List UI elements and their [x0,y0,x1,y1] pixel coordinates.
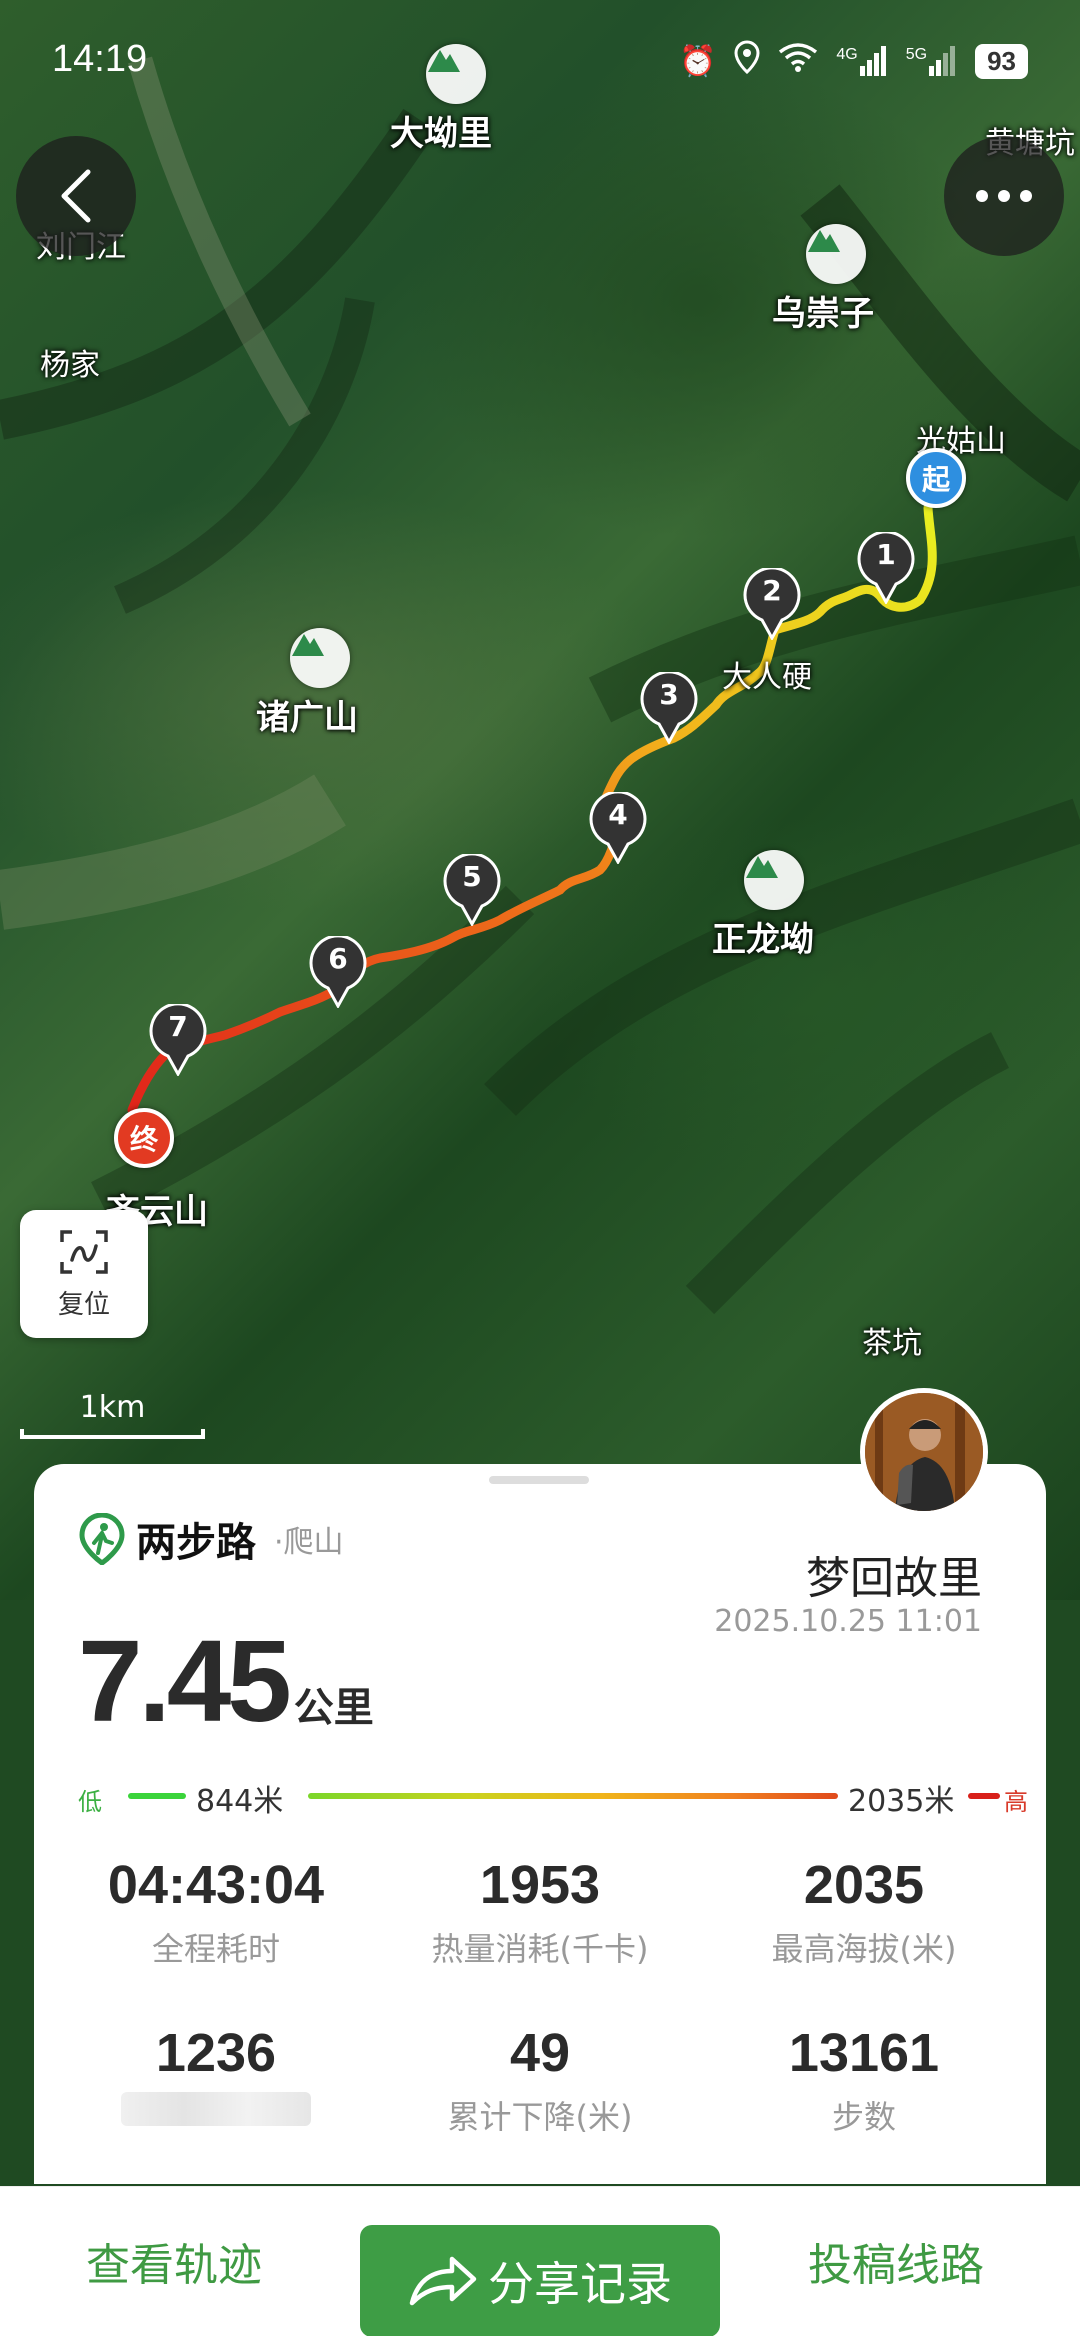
stat-value: 1953 [479,1855,601,1915]
stat-label: 步数 [831,2098,896,2136]
user-name[interactable]: 梦回故里 [806,1542,982,1606]
distance-value: 7.45 [78,1616,292,1746]
stat-value: 49 [509,2023,571,2083]
record-date: 2025.10.25 11:01 [714,1604,982,1639]
elevation-low-label: 低 [78,1788,102,1816]
stat-steps: 13161 步数 [702,2022,1026,2138]
distance-unit: 公里 [293,1685,374,1731]
signal-5g-icon: 5G [906,46,957,76]
map-scale: 1km [20,1390,205,1439]
more-button[interactable] [944,136,1064,256]
brand-name: 两步路 [136,1520,256,1566]
view-track-button[interactable]: 查看轨迹 [86,2229,262,2293]
stat-label: 累计下降(米) [447,2098,633,2136]
activity-category: ·爬山 [274,1525,344,1560]
chevron-left-icon [61,169,91,223]
reset-label: 复位 [57,1289,110,1320]
record-card: 两步路 ·爬山 梦回故里 2025.10.25 11:01 7.45 公里 低 … [34,1464,1046,2184]
stat-label-obscured [54,2092,378,2134]
waypoint-marker[interactable]: 2 [743,568,801,640]
place-label: 乌崇子 [772,294,874,334]
place-label: 杨家 [40,348,100,383]
more-dots-icon [976,190,1032,202]
elevation-low-value: 844米 [196,1784,284,1819]
reset-view-button[interactable]: 复位 [20,1210,148,1338]
person-photo-icon [865,1393,983,1511]
start-marker[interactable]: 起 [906,448,966,508]
brand-logo-icon [79,1513,125,1565]
mountain-icon[interactable] [806,224,866,284]
share-record-button[interactable]: 分享记录 [360,2225,720,2336]
stat-label: 最高海拔(米) [771,1930,957,1968]
elevation-high-value: 2035米 [848,1784,955,1819]
share-label: 分享记录 [488,2257,672,2311]
place-label: 诸广山 [256,698,358,738]
signal-4g-icon: 4G [836,46,887,76]
avatar[interactable] [860,1388,988,1516]
stat-duration: 04:43:04 全程耗时 [54,1854,378,1970]
waypoint-marker[interactable]: 4 [589,792,647,864]
scale-bar [20,1429,205,1439]
waypoint-marker[interactable]: 7 [149,1004,207,1076]
waypoint-marker[interactable]: 3 [640,672,698,744]
end-marker[interactable]: 终 [114,1108,174,1168]
blurred-label [121,2092,311,2126]
network-type-label: 5G [905,46,928,63]
map-view[interactable]: 大坳里 乌崇子 光姑山 黄塘坑 刘门江 杨家 大人硬 诸广山 正龙坳 齐云山 茶… [0,0,1080,1600]
stat-value: 1236 [155,2023,277,2083]
track-reset-icon [60,1229,108,1274]
status-bar: 14:19 ⏰ 4G 5G 93 [0,0,1080,120]
elevation-low-swatch [128,1793,186,1799]
stat-value: 04:43:04 [107,1855,325,1915]
drag-handle[interactable] [489,1476,589,1484]
alarm-icon: ⏰ [679,44,717,78]
back-button[interactable] [16,136,136,256]
waypoint-marker[interactable]: 6 [309,936,367,1008]
waypoint-marker[interactable]: 5 [443,854,501,926]
stat-value: 2035 [803,1855,925,1915]
scale-label: 1km [79,1390,146,1425]
location-icon [734,40,760,82]
stat-descent: 49 累计下降(米) [378,2022,702,2138]
stat-max-altitude: 2035 最高海拔(米) [702,1854,1026,1970]
place-label: 茶坑 [862,1326,922,1361]
place-label: 正龙坳 [712,920,814,960]
share-arrow-icon [409,2256,477,2306]
network-type-label: 4G [836,46,858,63]
elevation-high-label: 高 [1004,1788,1028,1816]
stat-ascent: 1236 [54,2022,378,2134]
submit-route-button[interactable]: 投稿线路 [808,2229,984,2293]
brand: 两步路 ·爬山 [78,1510,344,1568]
bottom-action-bar: 查看轨迹 分享记录 投稿线路 [0,2186,1080,2336]
status-icons: ⏰ 4G 5G 93 [679,40,1028,82]
waypoint-marker[interactable]: 1 [857,532,915,604]
mountain-icon[interactable] [744,850,804,910]
distance: 7.45 公里 [78,1614,374,1748]
wifi-icon [778,42,818,80]
elevation-gradient-bar [308,1793,838,1799]
mountain-icon[interactable] [290,628,350,688]
battery-indicator: 93 [975,43,1028,79]
status-time: 14:19 [52,38,148,80]
stat-calories: 1953 热量消耗(千卡) [378,1854,702,1970]
stat-label: 热量消耗(千卡) [431,1930,649,1968]
elevation-high-swatch [968,1793,1000,1799]
elevation-legend: 低 844米 2035米 高 [78,1776,1028,1819]
stat-label: 全程耗时 [151,1930,280,1968]
stat-value: 13161 [788,2023,940,2083]
place-label: 大人硬 [722,660,812,695]
